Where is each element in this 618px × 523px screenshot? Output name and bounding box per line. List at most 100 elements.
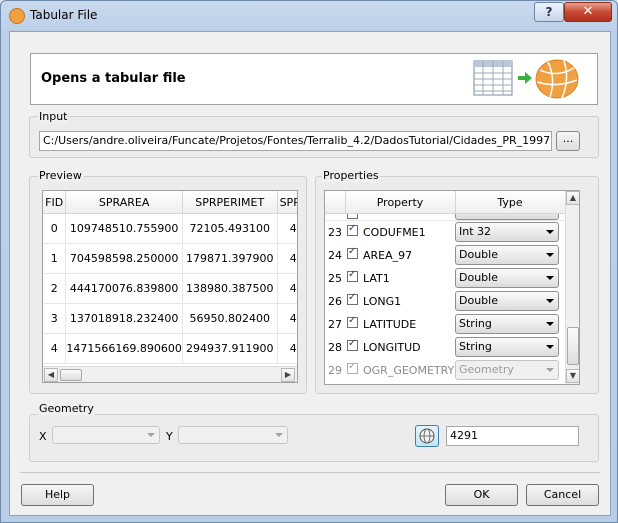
- globe-icon: [535, 59, 579, 99]
- type-select[interactable]: Double: [455, 291, 559, 311]
- list-item[interactable]: 26 LONG1 Double: [325, 290, 565, 313]
- context-help-button[interactable]: ?: [534, 2, 564, 22]
- include-checkbox[interactable]: [347, 338, 358, 351]
- y-label: Y: [166, 430, 173, 443]
- chevron-down-icon: [546, 368, 554, 372]
- property-column-header[interactable]: Property: [346, 196, 454, 209]
- properties-header-row: Property Type: [325, 191, 565, 214]
- header-panel: Opens a tabular file: [30, 53, 598, 105]
- select-srs-button[interactable]: [415, 425, 439, 447]
- list-item[interactable]: [325, 214, 565, 221]
- table-row[interactable]: 4 1471566169.890600 294937.911900 41: [43, 333, 297, 364]
- table-cell: 179871.397900: [182, 243, 278, 274]
- row-number-header: [325, 191, 346, 213]
- include-checkbox: [347, 361, 358, 374]
- scroll-right-icon[interactable]: ▶: [281, 368, 295, 382]
- list-item[interactable]: 24 AREA_97 Double: [325, 244, 565, 267]
- table-cell: 137018918.232400: [65, 303, 183, 334]
- table-cell: 294937.911900: [182, 333, 278, 364]
- arrow-right-icon: [518, 72, 532, 84]
- preview-col-sprperimet[interactable]: SPRPERIMET: [182, 191, 278, 214]
- chevron-down-icon: [546, 276, 554, 280]
- table-cell: 41: [277, 273, 297, 304]
- property-name: CODUFME1: [363, 226, 426, 239]
- include-checkbox[interactable]: [347, 315, 358, 328]
- list-item[interactable]: 27 LATITUDE String: [325, 313, 565, 336]
- scroll-down-icon[interactable]: ▼: [566, 369, 579, 383]
- table-cell: 2: [43, 273, 67, 304]
- cancel-button[interactable]: Cancel: [526, 484, 599, 506]
- table-row[interactable]: 3 137018918.232400 56950.802400 41: [43, 303, 297, 334]
- srid-field[interactable]: 4291: [446, 426, 579, 446]
- properties-vertical-scrollbar[interactable]: ▲ ▼: [565, 191, 579, 384]
- table-cell: 444170076.839800: [65, 273, 183, 304]
- chevron-down-icon: [546, 299, 554, 303]
- window-title: Tabular File: [30, 8, 98, 22]
- table-row[interactable]: 2 444170076.839800 138980.387500 41: [43, 273, 297, 304]
- scroll-thumb[interactable]: [60, 369, 82, 381]
- list-item[interactable]: 25 LAT1 Double: [325, 267, 565, 290]
- table-cell: 4: [43, 333, 67, 364]
- preview-horizontal-scrollbar[interactable]: ◀ ▶: [43, 366, 297, 382]
- row-number: 28: [328, 341, 342, 354]
- include-checkbox[interactable]: [347, 246, 358, 259]
- row-number: 29: [328, 364, 342, 377]
- type-select[interactable]: String: [455, 314, 559, 334]
- property-name: LAT1: [363, 272, 390, 285]
- preview-col-fid[interactable]: FID: [43, 191, 67, 214]
- scroll-thumb[interactable]: [567, 327, 579, 365]
- row-number: 25: [328, 272, 342, 285]
- table-cell: 56950.802400: [182, 303, 278, 334]
- preview-header-row: FID SPRAREA SPRPERIMET SPR: [43, 191, 297, 214]
- include-checkbox[interactable]: [347, 269, 358, 282]
- properties-table[interactable]: Property Type 23 CODUFME1 Int 32 24 AREA…: [324, 190, 580, 385]
- table-cell: 704598598.250000: [65, 243, 183, 274]
- preview-group-label: Preview: [38, 169, 83, 182]
- preview-col-sprarea[interactable]: SPRAREA: [65, 191, 183, 214]
- dialog-window: Tabular File ? ✕ Opens a tabular file In…: [0, 0, 618, 523]
- preview-col-spr[interactable]: SPR: [277, 191, 297, 214]
- type-column-header[interactable]: Type: [456, 196, 564, 209]
- table-cell: 109748510.755900: [65, 213, 183, 244]
- y-column-select: [178, 426, 288, 444]
- table-cell: 72105.493100: [182, 213, 278, 244]
- tabular-file-icon: [9, 8, 25, 24]
- table-cell: 0: [43, 213, 67, 244]
- preview-table[interactable]: FID SPRAREA SPRPERIMET SPR 0 109748510.7…: [42, 190, 298, 383]
- table-row[interactable]: 1 704598598.250000 179871.397900 41: [43, 243, 297, 274]
- input-path-field[interactable]: C:/Users/andre.oliveira/Funcate/Projetos…: [39, 131, 552, 151]
- close-button[interactable]: ✕: [564, 2, 612, 22]
- type-select[interactable]: Double: [455, 268, 559, 288]
- type-select[interactable]: Int 32: [455, 222, 559, 242]
- table-cell: 138980.387500: [182, 273, 278, 304]
- chevron-down-icon: [147, 433, 155, 437]
- table-cell: 1471566169.890600: [65, 333, 183, 364]
- chevron-down-icon: [546, 345, 554, 349]
- property-name: LONG1: [363, 295, 402, 308]
- table-cell: 41: [277, 213, 297, 244]
- geometry-group-label: Geometry: [38, 402, 95, 415]
- row-number: 24: [328, 249, 342, 262]
- table-row[interactable]: 0 109748510.755900 72105.493100 41: [43, 213, 297, 244]
- scroll-left-icon[interactable]: ◀: [44, 368, 58, 382]
- ok-button[interactable]: OK: [445, 484, 518, 506]
- srs-globe-icon: [419, 428, 435, 444]
- include-checkbox[interactable]: [347, 223, 358, 236]
- browse-button[interactable]: ...: [556, 131, 580, 151]
- property-name: AREA_97: [363, 249, 413, 262]
- help-button[interactable]: Help: [21, 484, 94, 506]
- type-select[interactable]: Double: [455, 245, 559, 265]
- type-select: Geometry: [455, 360, 559, 380]
- x-label: X: [39, 430, 47, 443]
- table-cell: 41: [277, 303, 297, 334]
- list-item[interactable]: 28 LONGITUD String: [325, 336, 565, 359]
- include-checkbox[interactable]: [347, 292, 358, 305]
- type-select[interactable]: String: [455, 337, 559, 357]
- title-bar[interactable]: Tabular File ? ✕: [1, 1, 617, 29]
- row-number: 26: [328, 295, 342, 308]
- list-item[interactable]: 29 OGR_GEOMETRY Geometry: [325, 359, 565, 382]
- scroll-up-icon[interactable]: ▲: [566, 191, 579, 205]
- list-item[interactable]: 23 CODUFME1 Int 32: [325, 221, 565, 244]
- dialog-body: Opens a tabular file Input C:/Users/andr…: [9, 31, 611, 516]
- property-name: LONGITUD: [363, 341, 421, 354]
